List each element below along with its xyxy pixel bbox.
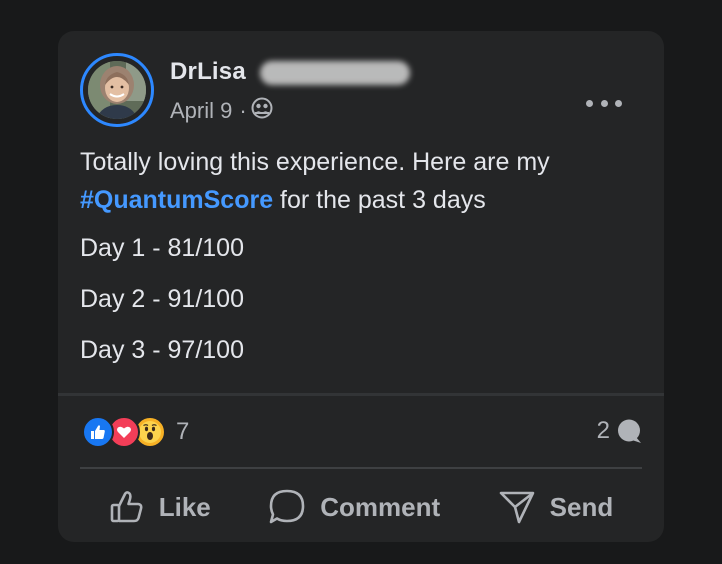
thumbs-up-icon xyxy=(110,491,143,523)
reaction-count: 7 xyxy=(176,418,190,445)
day-3-line: Day 3 - 97/100 xyxy=(80,336,244,364)
content-divider xyxy=(58,393,664,396)
more-dot xyxy=(615,99,622,107)
post-text-intro: Totally loving this experience. Here are… xyxy=(80,148,550,176)
post-actions: Like Comment Send xyxy=(80,481,642,533)
post-date[interactable]: April 9 xyxy=(170,98,232,124)
send-icon xyxy=(499,491,534,524)
post-text-outro: for the past 3 days xyxy=(273,186,486,214)
post-card: DrLisa April 9 · Totally loving this exp… xyxy=(58,31,664,542)
comment-button[interactable]: Comment xyxy=(258,484,450,530)
reactions-summary[interactable]: 7 xyxy=(82,415,189,449)
comment-bubble-icon xyxy=(616,418,642,444)
post-meta: April 9 · xyxy=(170,97,273,125)
more-dot xyxy=(586,99,593,107)
friends-icon[interactable] xyxy=(251,97,273,125)
comment-count: 2 xyxy=(596,417,610,444)
comment-label: Comment xyxy=(320,491,441,522)
comment-count-link[interactable]: 2 xyxy=(597,417,642,445)
redacted-surname-blur xyxy=(260,61,410,85)
day-1-line: Day 1 - 81/100 xyxy=(80,234,244,262)
avatar[interactable] xyxy=(88,61,146,119)
send-button[interactable]: Send xyxy=(488,484,624,530)
day-2-line: Day 2 - 91/100 xyxy=(80,285,244,313)
actions-divider xyxy=(80,467,642,469)
post-text: Totally loving this experience. Here are… xyxy=(80,143,640,219)
author-name[interactable]: DrLisa xyxy=(170,58,246,86)
like-label: Like xyxy=(158,491,211,522)
more-dot xyxy=(600,99,608,107)
more-options-icon[interactable] xyxy=(586,93,622,113)
avatar-photo xyxy=(88,61,146,119)
meta-separator: · xyxy=(239,98,247,123)
author-avatar-ring[interactable] xyxy=(80,53,154,127)
like-reaction-icon xyxy=(82,416,114,448)
hashtag-link[interactable]: #QuantumScore xyxy=(80,186,273,214)
comment-icon xyxy=(269,489,305,524)
like-button[interactable]: Like xyxy=(99,485,221,529)
send-label: Send xyxy=(549,491,614,522)
post-header: DrLisa April 9 · xyxy=(80,53,642,131)
